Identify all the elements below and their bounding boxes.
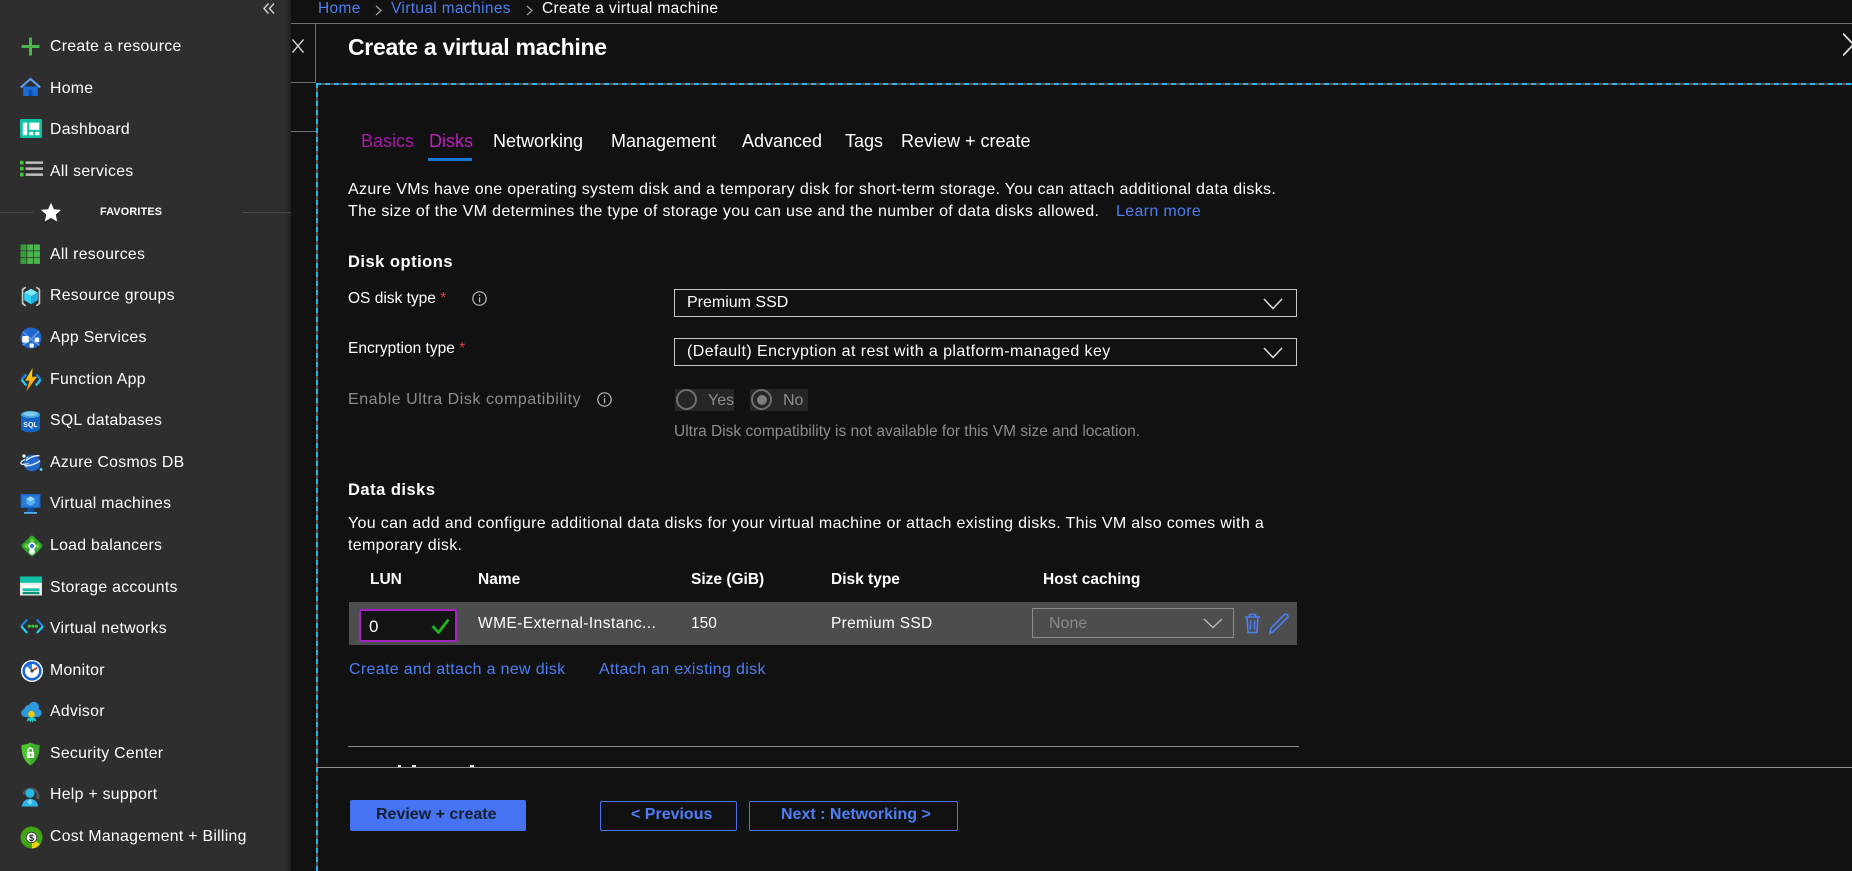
svg-text:$: $ (29, 832, 34, 842)
svg-text:SQL: SQL (23, 422, 38, 429)
